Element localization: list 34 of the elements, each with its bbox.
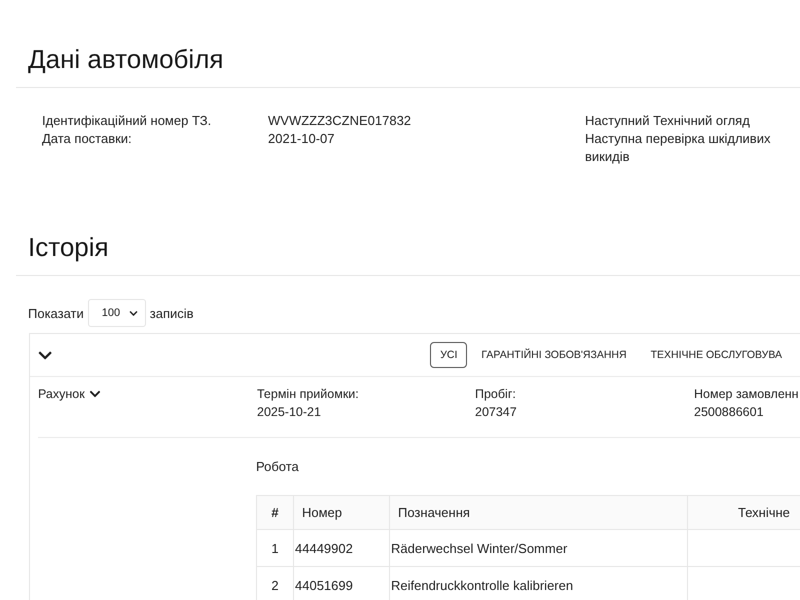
chevron-icon	[128, 308, 138, 318]
record-label: Термін прийомки:	[257, 386, 359, 403]
page-size-select[interactable]: 100	[88, 299, 146, 327]
page-size-label: Показати	[28, 306, 84, 320]
section-title: Історія	[28, 232, 109, 263]
section-title: Дані автомобіля	[28, 44, 224, 75]
filter-tab[interactable]: УСІ	[430, 342, 468, 368]
record-value: 207347	[475, 404, 517, 421]
table-cell: 1	[256, 530, 294, 566]
column-header: Номер	[294, 496, 390, 530]
inspection-label: Наступний Технічний огляд	[585, 112, 750, 130]
record-label: Пробіг:	[475, 386, 516, 403]
record-value: 2025-10-21	[257, 404, 321, 421]
field-value: WVWZZZ3CZNE017832	[268, 112, 412, 130]
table-cell: 44051699	[294, 566, 390, 600]
field-label: Дата поставки:	[42, 130, 132, 148]
column-header: Позначення	[390, 496, 688, 530]
invoice-toggle[interactable]: Рахунок	[38, 385, 101, 403]
field-value: 2021-10-07	[268, 130, 334, 148]
filter-tab[interactable]: ТЕХНІЧНЕ ОБСЛУГОВУВА	[640, 342, 792, 368]
work-title: Робота	[256, 458, 299, 476]
table-cell: 2	[256, 566, 294, 600]
table-cell: Räderwechsel Winter/Sommer	[390, 530, 688, 566]
inspection-label: Наступна перевірка шкідливих викидів	[585, 130, 772, 166]
table-cell: Reifendruckkontrolle kalibrieren	[390, 566, 688, 600]
chevron-icon	[88, 388, 101, 400]
record-value: 2500886601	[694, 404, 764, 421]
record-label: Номер замовленн	[694, 386, 799, 403]
column-header: Технічне	[688, 496, 800, 530]
column-header: #	[256, 496, 294, 530]
filter-tab[interactable]: ГАРАНТІЙНІ ЗОБОВ'ЯЗАННЯ	[471, 342, 637, 368]
page-size-suffix: записів	[150, 306, 194, 320]
field-label: Ідентифікаційний номер ТЗ.	[42, 112, 212, 130]
table-cell: 44449902	[294, 530, 390, 566]
